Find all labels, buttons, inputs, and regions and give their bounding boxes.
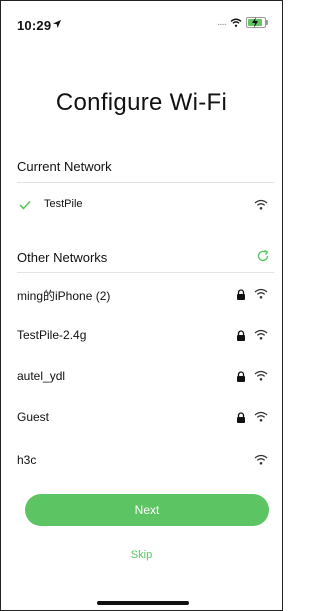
status-bar: 10:29 ..... [1, 1, 282, 45]
network-row[interactable]: autel_ydl [1, 366, 282, 388]
charging-bolt-icon [252, 17, 258, 28]
wifi-icon [254, 411, 268, 422]
network-name: ming的iPhone (2) [17, 289, 111, 303]
network-row[interactable]: Guest [1, 407, 282, 429]
checkmark-icon [19, 200, 31, 210]
home-indicator [97, 601, 189, 605]
lock-icon [237, 289, 245, 300]
location-arrow-icon [53, 20, 61, 28]
lock-icon [237, 371, 245, 382]
other-networks-heading: Other Networks [17, 250, 108, 265]
page-title: Configure Wi-Fi [55, 89, 228, 116]
network-name: Guest [17, 410, 50, 424]
status-time: 10:29 [17, 18, 52, 33]
current-network-heading: Current Network [17, 159, 112, 174]
network-name: TestPile-2.4g [17, 328, 87, 342]
network-row[interactable]: h3c [1, 450, 282, 472]
network-row[interactable]: ming的iPhone (2) [1, 284, 282, 306]
section-divider [17, 182, 274, 183]
status-indicators: ..... [217, 17, 268, 28]
section-divider [17, 272, 274, 273]
refresh-icon[interactable] [256, 249, 270, 263]
network-row[interactable]: TestPile-2.4g [1, 325, 282, 347]
wifi-icon [254, 329, 268, 340]
wifi-icon [254, 454, 268, 465]
skip-link[interactable]: Skip [1, 549, 282, 561]
wifi-icon [254, 199, 268, 210]
wifi-icon [254, 370, 268, 381]
lock-icon [237, 412, 245, 423]
network-name: autel_ydl [17, 369, 66, 383]
network-name: h3c [17, 453, 37, 467]
current-network-name[interactable]: TestPile [44, 198, 83, 210]
cellular-signal-icon: ..... [217, 17, 227, 28]
battery-icon [246, 17, 268, 28]
lock-icon [237, 330, 245, 341]
wifi-icon [254, 288, 268, 299]
wifi-status-icon [230, 18, 242, 27]
phone-screen: 10:29 ..... Configure Wi-Fi Current Netw… [0, 0, 283, 611]
next-button[interactable]: Next [25, 494, 269, 526]
